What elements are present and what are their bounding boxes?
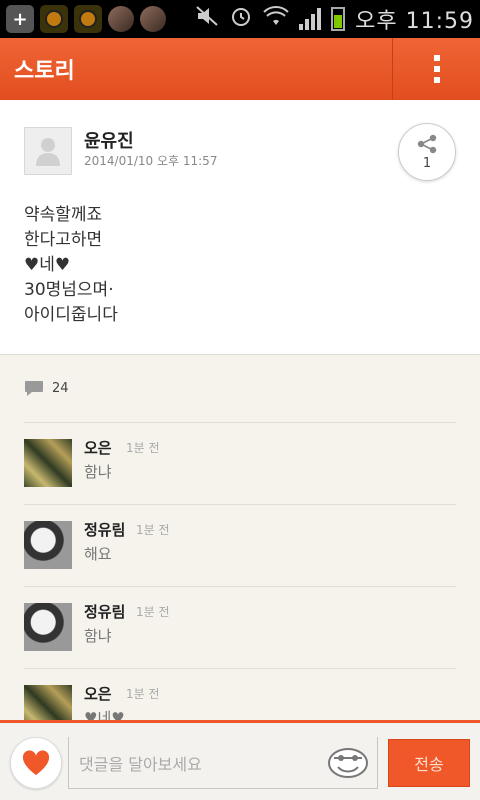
app-notification-icon-2 (74, 5, 102, 33)
comment-item: 정유림 1분 전 함냐 (24, 586, 456, 668)
comment-item: 정유림 1분 전 해요 (24, 504, 456, 586)
page-title: 스토리 (14, 59, 75, 84)
clock: 오후 11:59 (355, 9, 474, 34)
commenter-name[interactable]: 오은 (84, 683, 112, 704)
comment-list: 24 오은 1분 전 함냐 정유림 1분 전 해요 정유림 1분 전 함냐 오은… (0, 356, 480, 720)
comment-count: 24 (52, 381, 69, 396)
alarm-icon (229, 4, 253, 34)
comment-text: 함냐 (84, 627, 112, 645)
signal-icon (299, 8, 322, 30)
like-button[interactable] (10, 737, 62, 789)
comment-placeholder: 댓글을 달아보세요 (79, 754, 202, 774)
commenter-avatar[interactable] (24, 603, 72, 651)
emoticon-icon[interactable] (326, 745, 370, 779)
share-count: 1 (422, 155, 432, 171)
more-vert-icon[interactable] (392, 38, 480, 100)
commenter-name[interactable]: 오은 (84, 437, 112, 458)
default-person-icon (36, 138, 60, 166)
add-notification-icon: + (6, 5, 34, 33)
profile-notification-icon-2 (140, 6, 166, 32)
app-bar: 스토리 (0, 38, 480, 100)
post-line: 한다고하면 (24, 230, 103, 250)
commenter-name[interactable]: 정유림 (84, 519, 125, 540)
share-icon (417, 134, 437, 153)
author-avatar[interactable] (24, 127, 72, 175)
post-line: 아이디줍니다 (24, 305, 118, 325)
comment-text: ♥네♥ (84, 709, 125, 720)
commenter-avatar[interactable] (24, 685, 72, 720)
wifi-icon (263, 5, 289, 33)
comment-time: 1분 전 (126, 441, 160, 455)
mute-icon (195, 5, 219, 33)
heart-icon (22, 750, 50, 775)
post-line: 30명넘으며· (24, 280, 114, 300)
battery-icon (331, 7, 346, 31)
comment-time: 1분 전 (136, 523, 170, 537)
comment-item: 오은 1분 전 ♥네♥ (24, 668, 456, 720)
comment-time: 1분 전 (126, 687, 160, 701)
comment-input-bar: 댓글을 달아보세요 전송 (0, 720, 480, 800)
post-body: 약속할께죠 한다고하면 ♥네♥ 30명넘으며· 아이디줍니다 (24, 203, 444, 328)
share-button[interactable]: 1 (398, 123, 456, 181)
post-date: 2014/01/10 오후 11:57 (84, 154, 218, 168)
comment-time: 1분 전 (136, 605, 170, 619)
comment-text: 함냐 (84, 463, 112, 481)
comment-text: 해요 (84, 545, 112, 563)
post-line: 약속할께죠 (24, 205, 103, 225)
profile-notification-icon (108, 6, 134, 32)
send-button[interactable]: 전송 (388, 739, 470, 787)
comment-count-row: 24 (24, 380, 69, 397)
status-bar: + 오후 11:59 (0, 0, 480, 38)
post-line: ♥네♥ (24, 255, 71, 275)
app-notification-icon (40, 5, 68, 33)
author-name[interactable]: 윤유진 (84, 127, 134, 153)
commenter-name[interactable]: 정유림 (84, 601, 125, 622)
commenter-avatar[interactable] (24, 521, 72, 569)
story-post: 윤유진 2014/01/10 오후 11:57 1 약속할께죠 한다고하면 ♥네… (0, 100, 480, 355)
speech-bubble-icon (25, 381, 43, 396)
comment-item: 오은 1분 전 함냐 (24, 422, 456, 504)
commenter-avatar[interactable] (24, 439, 72, 487)
